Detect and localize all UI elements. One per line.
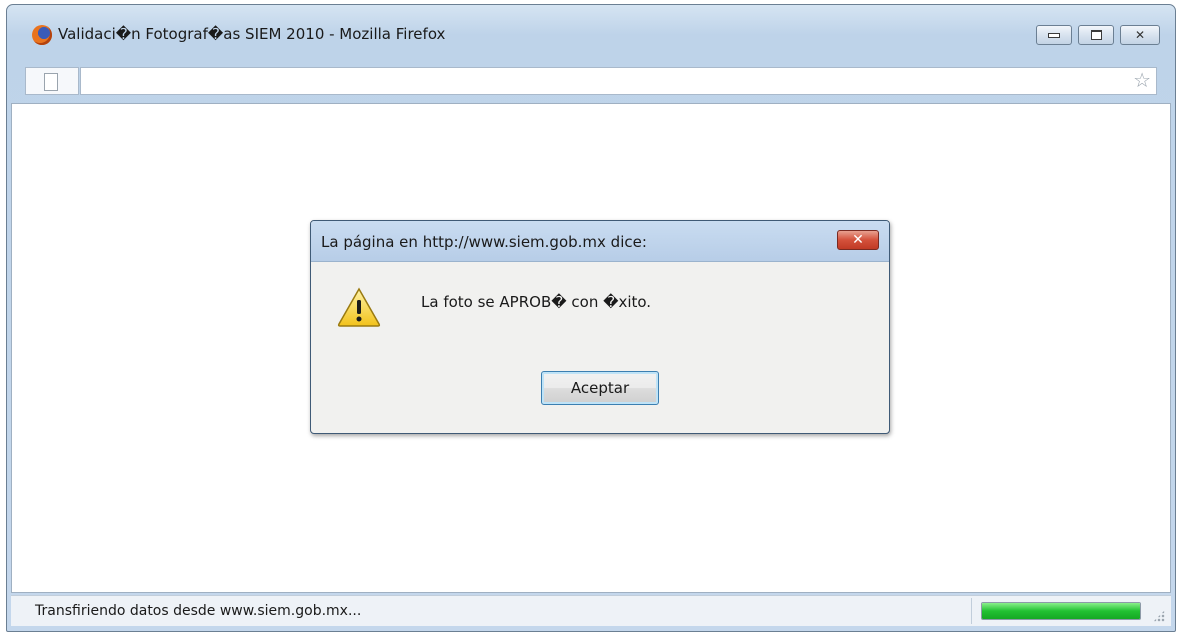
close-icon: ✕	[1134, 28, 1146, 42]
page-icon[interactable]	[25, 67, 79, 95]
browser-window: Validaci�n Fotograf�as SIEM 2010 - Mozil…	[6, 4, 1176, 632]
title-bar[interactable]: Validaci�n Fotograf�as SIEM 2010 - Mozil…	[7, 5, 1175, 63]
alert-dialog: La página en http://www.siem.gob.mx dice…	[310, 220, 890, 434]
maximize-icon	[1090, 30, 1102, 40]
dialog-message: La foto se APROB� con �xito.	[421, 293, 652, 311]
progress-fill	[982, 603, 1140, 619]
status-text: Transfiriendo datos desde www.siem.gob.m…	[35, 603, 362, 619]
status-bar: Transfiriendo datos desde www.siem.gob.m…	[11, 595, 1171, 626]
dialog-close-button[interactable]: ✕	[837, 230, 879, 250]
bookmark-star-icon[interactable]: ☆	[1133, 70, 1151, 90]
status-divider	[971, 598, 972, 624]
page-content: La página en http://www.siem.gob.mx dice…	[11, 103, 1171, 593]
accept-button[interactable]: Aceptar	[541, 371, 659, 405]
minimize-button[interactable]	[1036, 25, 1072, 45]
window-title: Validaci�n Fotograf�as SIEM 2010 - Mozil…	[58, 25, 446, 43]
dialog-title-bar[interactable]: La página en http://www.siem.gob.mx dice…	[311, 221, 889, 262]
url-bar-row: ☆	[25, 67, 1157, 95]
dialog-title: La página en http://www.siem.gob.mx dice…	[321, 233, 647, 251]
resize-grip-icon[interactable]	[1153, 610, 1165, 622]
firefox-icon	[32, 25, 52, 45]
url-input[interactable]	[80, 67, 1157, 95]
minimize-icon	[1048, 32, 1060, 38]
maximize-button[interactable]	[1078, 25, 1114, 45]
progress-bar	[981, 602, 1141, 620]
warning-icon	[337, 287, 381, 327]
window-controls: ✕	[1036, 25, 1160, 45]
close-window-button[interactable]: ✕	[1120, 25, 1160, 45]
